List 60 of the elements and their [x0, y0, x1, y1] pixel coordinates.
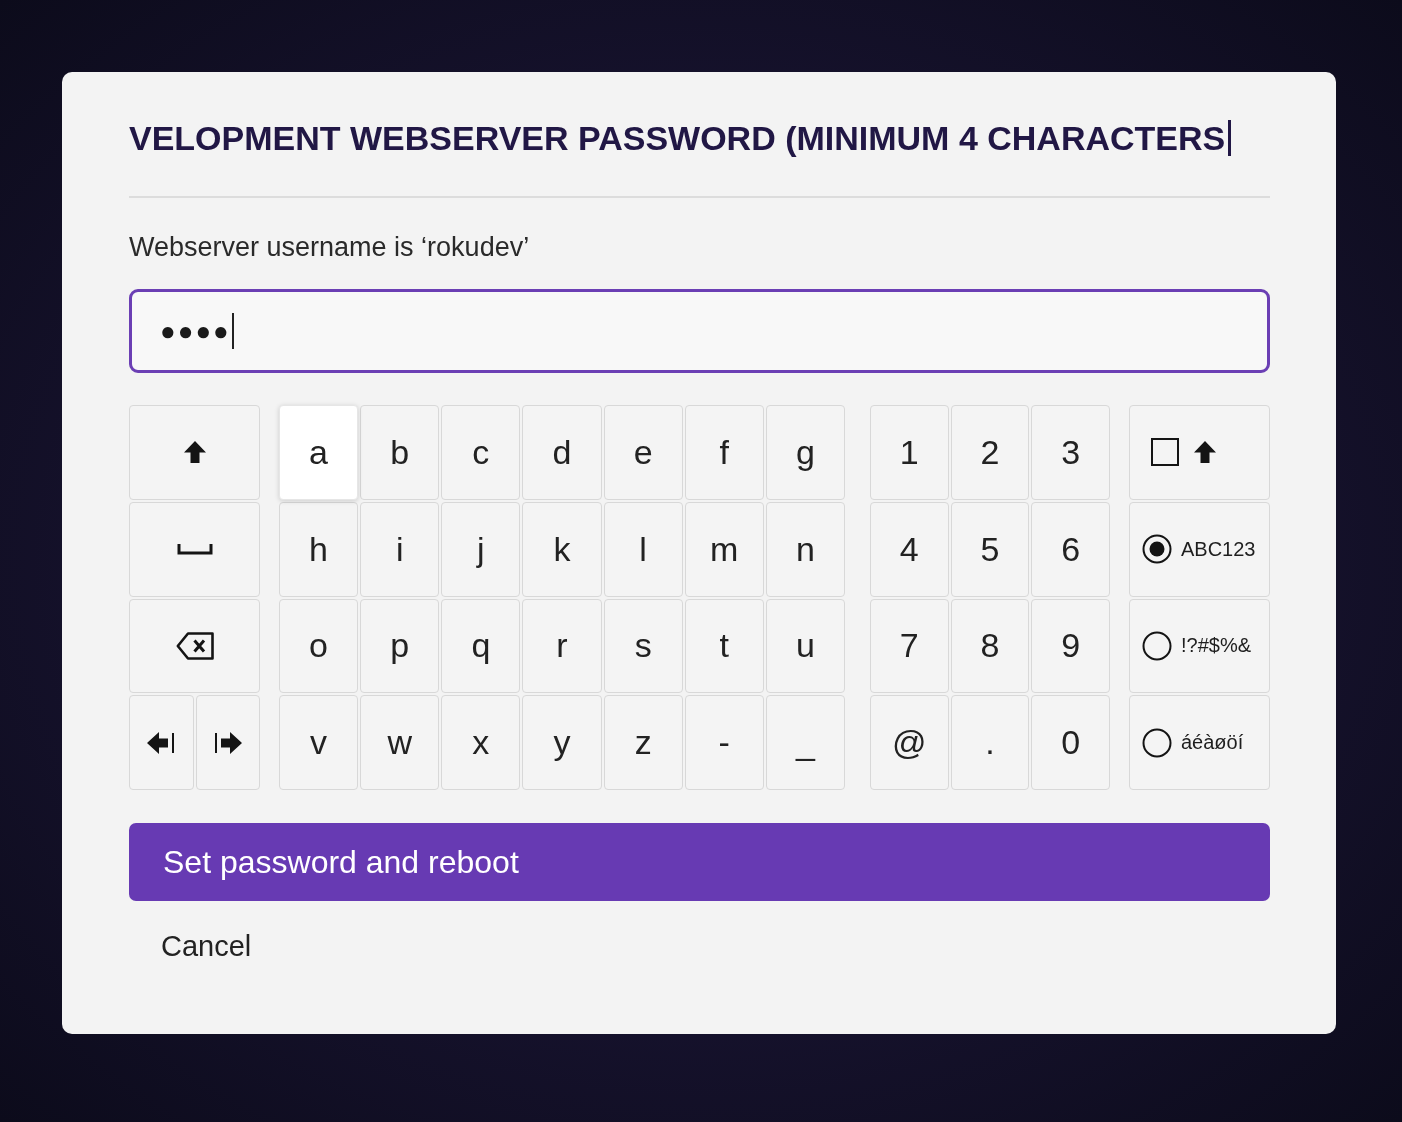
arrow-up-icon [182, 440, 207, 465]
letter-key[interactable]: x [441, 695, 521, 790]
letter-key[interactable]: u [765, 598, 845, 694]
number-key[interactable]: 7 [870, 598, 949, 694]
mode-key[interactable]: !?#$%& [1129, 598, 1270, 694]
letter-key[interactable]: m [684, 501, 764, 597]
password-field[interactable]: ●●●● [129, 289, 1270, 373]
cursor-right-key[interactable] [195, 695, 260, 790]
username-hint: Webserver username is ‘rokudev’ [129, 231, 531, 264]
letter-key[interactable]: i [360, 501, 440, 597]
mode-key[interactable]: ABC123 [1129, 501, 1270, 597]
letter-key[interactable]: z [603, 695, 683, 790]
number-key[interactable]: . [950, 695, 1030, 790]
text-cursor-icon [1228, 120, 1232, 156]
letter-key[interactable]: o [279, 598, 359, 694]
number-key[interactable]: 8 [950, 598, 1030, 694]
letter-key[interactable]: n [765, 501, 845, 597]
letter-key[interactable]: v [279, 695, 359, 790]
arrow-up-icon [1193, 440, 1217, 465]
backspace-icon [175, 631, 214, 660]
letter-key[interactable]: e [603, 405, 683, 500]
letter-key[interactable]: b [360, 405, 440, 500]
number-key[interactable]: @ [870, 695, 949, 790]
letter-key[interactable]: k [522, 501, 602, 597]
letter-key[interactable]: h [279, 501, 359, 597]
letter-key[interactable]: w [360, 695, 440, 790]
number-key[interactable]: 3 [1031, 405, 1110, 500]
letter-key[interactable]: g [765, 405, 845, 500]
backspace-key[interactable] [129, 598, 260, 694]
letter-key[interactable]: s [603, 598, 683, 694]
cancel-button[interactable]: Cancel [161, 926, 252, 966]
letter-key[interactable]: r [522, 598, 602, 694]
letter-key[interactable]: t [684, 598, 764, 694]
arrow-right-icon [212, 730, 243, 755]
letter-key[interactable]: q [441, 598, 521, 694]
letter-key[interactable]: f [684, 405, 764, 500]
dialog-title: VELOPMENT WEBSERVER PASSWORD (MINIMUM 4 CHARACTERS [129, 118, 1226, 159]
number-key[interactable]: 2 [950, 405, 1030, 500]
letter-key[interactable]: _ [765, 695, 845, 790]
letter-key[interactable]: p [360, 598, 440, 694]
number-key[interactable]: 0 [1031, 695, 1110, 790]
set-password-button[interactable]: Set password and reboot [129, 823, 1270, 901]
letter-key[interactable]: y [522, 695, 602, 790]
letter-key[interactable]: l [603, 501, 683, 597]
letter-key[interactable]: c [441, 405, 521, 500]
number-key[interactable]: 9 [1031, 598, 1110, 694]
number-key[interactable]: 6 [1031, 501, 1110, 597]
letter-key[interactable]: j [441, 501, 521, 597]
space-bar-icon [176, 543, 213, 556]
number-key[interactable]: 5 [950, 501, 1030, 597]
text-cursor-icon [231, 313, 234, 349]
caps-lock-key[interactable] [1129, 405, 1270, 500]
number-key[interactable]: 1 [870, 405, 949, 500]
arrow-left-icon [146, 730, 177, 755]
mode-key[interactable]: áéàøöí [1129, 695, 1270, 790]
letter-key[interactable]: d [522, 405, 602, 500]
number-key[interactable]: 4 [870, 501, 949, 597]
cursor-left-key[interactable] [129, 695, 194, 790]
letter-key[interactable]: a [279, 405, 359, 500]
letter-key[interactable]: - [684, 695, 764, 790]
